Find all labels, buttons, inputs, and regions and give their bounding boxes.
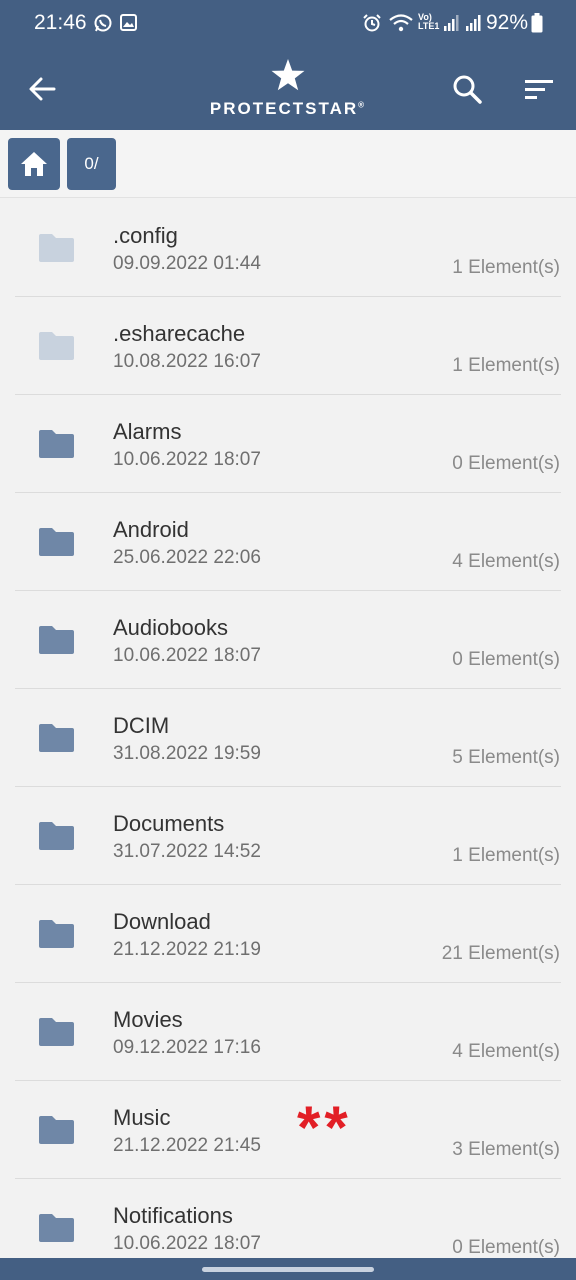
folder-date: 10.06.2022 18:07	[113, 645, 261, 666]
breadcrumb-home-button[interactable]	[8, 138, 60, 190]
folder-icon	[39, 332, 74, 360]
trademark-mark: ®	[358, 100, 367, 110]
folder-element-count: 0 Element(s)	[452, 453, 560, 474]
folder-element-count: 5 Element(s)	[452, 747, 560, 768]
folder-icon	[39, 920, 74, 948]
folder-date: 31.07.2022 14:52	[113, 841, 261, 862]
folder-date: 10.06.2022 18:07	[113, 1233, 261, 1254]
folder-name: Alarms	[113, 419, 182, 444]
folder-list: .config 09.09.2022 01:44 1 Element(s) .esha…	[0, 199, 576, 1277]
signal-icon	[444, 15, 459, 31]
folder-row[interactable]: Music 21.12.2022 21:45 3 Element(s)	[0, 1081, 576, 1179]
folder-element-count: 3 Element(s)	[452, 1139, 560, 1160]
folder-date: 21.12.2022 21:19	[113, 939, 261, 960]
folder-row[interactable]: Alarms 10.06.2022 18:07 0 Element(s)	[0, 395, 576, 493]
protectstar-logo: PROTECTSTAR®	[196, 58, 380, 120]
folder-date: 31.08.2022 19:59	[113, 743, 261, 764]
folder-row[interactable]: .esharecache 10.08.2022 16:07 1 Element(s)	[0, 297, 576, 395]
folder-row[interactable]: Documents 31.07.2022 14:52 1 Element(s)	[0, 787, 576, 885]
folder-row[interactable]: Audiobooks 10.06.2022 18:07 0 Element(s)	[0, 591, 576, 689]
whatsapp-icon	[94, 14, 112, 32]
folder-element-count: 1 Element(s)	[452, 257, 560, 278]
folder-icon	[39, 1214, 74, 1242]
folder-date: 25.06.2022 22:06	[113, 547, 261, 568]
folder-icon	[39, 626, 74, 654]
folder-element-count: 21 Element(s)	[441, 943, 560, 964]
home-gesture-handle[interactable]	[202, 1267, 374, 1272]
breadcrumb-path-button[interactable]: 0/	[67, 138, 116, 190]
folder-name: .config	[113, 223, 178, 248]
folder-icon	[39, 430, 74, 458]
folder-name: .esharecache	[113, 321, 246, 346]
folder-date: 21.12.2022 21:45	[113, 1135, 261, 1156]
annotation-marker: **	[297, 1094, 352, 1161]
folder-element-count: 4 Element(s)	[452, 1041, 560, 1062]
volte-label: Vo) LTE1	[418, 12, 440, 31]
folder-icon	[39, 724, 74, 752]
status-bar: 21:46 Vo) LTE1 92%	[0, 0, 576, 46]
breadcrumb: 0/	[0, 130, 576, 198]
wifi-icon	[389, 14, 413, 32]
folder-element-count: 0 Element(s)	[452, 1237, 560, 1258]
folder-element-count: 1 Element(s)	[452, 845, 560, 866]
signal-icon-2	[466, 15, 481, 31]
folder-row[interactable]: Android 25.06.2022 22:06 4 Element(s)	[0, 493, 576, 591]
battery-percent: 92%	[485, 11, 528, 34]
back-arrow-icon[interactable]	[26, 73, 58, 105]
folder-icon	[39, 234, 74, 262]
star-logo-icon	[271, 59, 305, 91]
home-icon	[21, 152, 47, 176]
alarm-icon	[363, 14, 381, 32]
search-icon[interactable]	[451, 73, 483, 105]
folder-row[interactable]: .config 09.09.2022 01:44 1 Element(s)	[0, 199, 576, 297]
folder-date: 09.12.2022 17:16	[113, 1037, 261, 1058]
folder-icon	[39, 528, 74, 556]
app-bar: PROTECTSTAR®	[0, 46, 576, 130]
gallery-icon	[120, 14, 137, 31]
folder-name: DCIM	[113, 713, 170, 738]
folder-icon	[39, 822, 74, 850]
folder-date: 10.08.2022 16:07	[113, 351, 261, 372]
folder-name: Documents	[113, 811, 225, 836]
folder-element-count: 0 Element(s)	[452, 649, 560, 670]
folder-date: 10.06.2022 18:07	[113, 449, 261, 470]
status-time: 21:46	[34, 11, 87, 34]
folder-name: Music	[113, 1105, 171, 1130]
folder-element-count: 4 Element(s)	[452, 551, 560, 572]
folder-row[interactable]: Download 21.12.2022 21:19 21 Element(s)	[0, 885, 576, 983]
brand-name: PROTECTSTAR®	[209, 99, 367, 118]
folder-name: Download	[113, 909, 211, 934]
sort-icon[interactable]	[522, 73, 556, 105]
folder-name: Notifications	[113, 1203, 233, 1228]
folder-icon	[39, 1116, 74, 1144]
folder-name: Audiobooks	[113, 615, 228, 640]
folder-row[interactable]: Movies 09.12.2022 17:16 4 Element(s)	[0, 983, 576, 1081]
folder-date: 09.09.2022 01:44	[113, 253, 261, 274]
folder-element-count: 1 Element(s)	[452, 355, 560, 376]
folder-name: Android	[113, 517, 189, 542]
navigation-bar	[0, 1258, 576, 1280]
folder-icon	[39, 1018, 74, 1046]
folder-name: Movies	[113, 1007, 183, 1032]
battery-icon	[531, 13, 543, 33]
folder-row[interactable]: DCIM 31.08.2022 19:59 5 Element(s)	[0, 689, 576, 787]
